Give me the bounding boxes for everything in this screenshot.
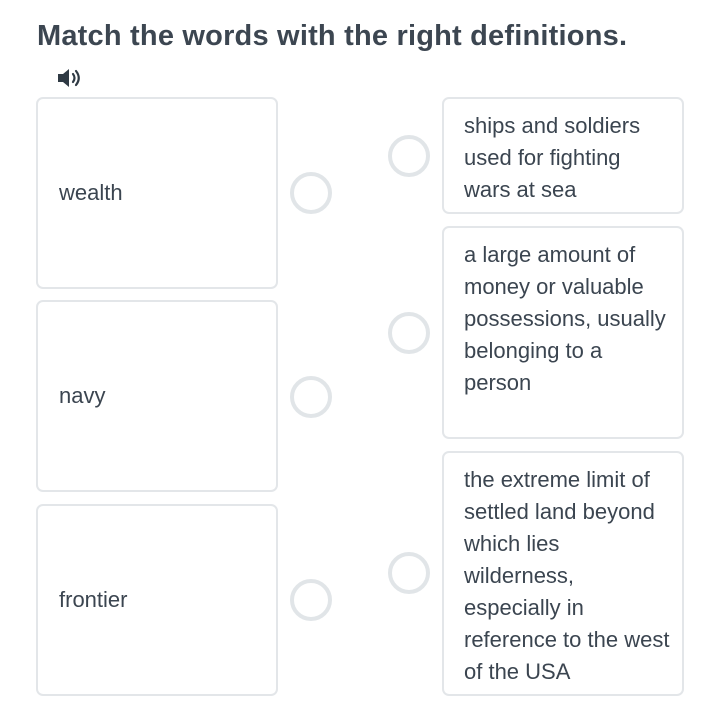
definition-card-2[interactable]: a large amount of money or valuable poss…	[442, 226, 684, 439]
definition-label: ships and soldiers used for fighting war…	[464, 113, 641, 202]
definition-radio-1[interactable]	[388, 135, 430, 177]
speaker-icon[interactable]	[56, 66, 86, 90]
word-radio-navy[interactable]	[290, 376, 332, 418]
definition-card-1[interactable]: ships and soldiers used for fighting war…	[442, 97, 684, 214]
definition-radio-2[interactable]	[388, 312, 430, 354]
word-radio-frontier[interactable]	[290, 579, 332, 621]
word-radio-wealth[interactable]	[290, 172, 332, 214]
word-card-wealth[interactable]: wealth	[36, 97, 278, 289]
page-title: Match the words with the right definitio…	[37, 20, 628, 52]
definition-radio-3[interactable]	[388, 552, 430, 594]
word-label: wealth	[59, 180, 123, 205]
definition-label: the extreme limit of settled land beyond…	[464, 467, 670, 684]
word-label: frontier	[59, 587, 128, 612]
word-card-navy[interactable]: navy	[36, 300, 278, 492]
word-label: navy	[59, 383, 106, 408]
definition-card-3[interactable]: the extreme limit of settled land beyond…	[442, 451, 684, 696]
definition-label: a large amount of money or valuable poss…	[464, 242, 666, 395]
word-card-frontier[interactable]: frontier	[36, 504, 278, 696]
